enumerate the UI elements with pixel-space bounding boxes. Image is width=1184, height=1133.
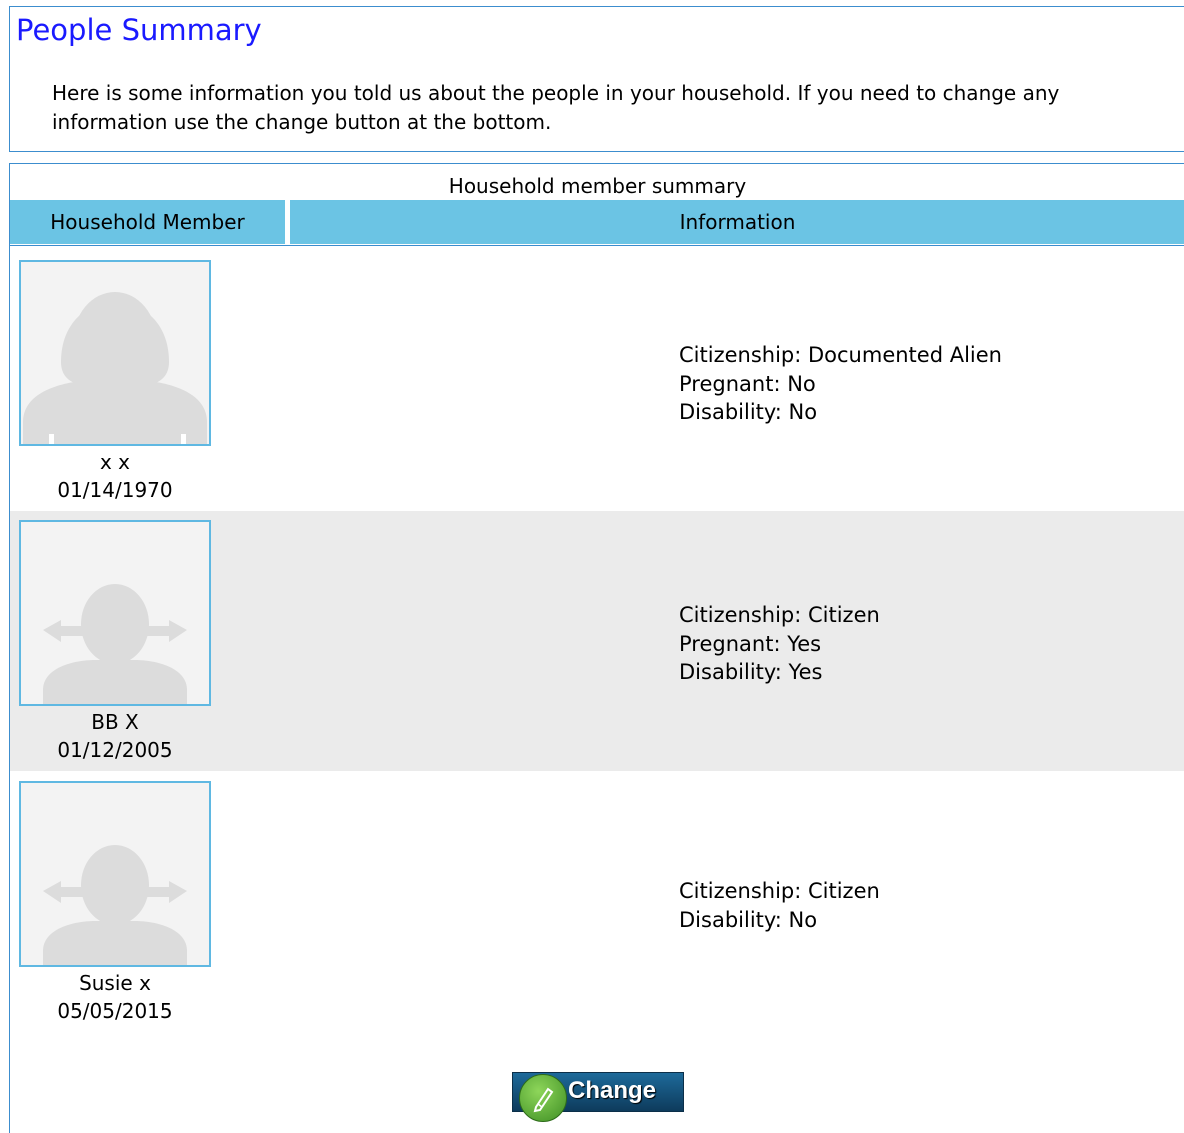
table-row: Susie x 05/05/2015 Citizenship: Citizen …: [10, 772, 1184, 1032]
member-dob: 01/14/1970: [57, 478, 173, 502]
info-line: Disability: Yes: [679, 660, 823, 684]
change-button[interactable]: Change: [512, 1072, 684, 1122]
girl-pigtails-silhouette-icon: [19, 520, 211, 706]
adult-female-silhouette-icon: [19, 260, 211, 446]
info-line: Pregnant: Yes: [679, 631, 822, 656]
table-caption: Household member summary: [448, 174, 747, 198]
member-name: x x: [99, 450, 131, 474]
table-row: BB X 01/12/2005 Citizenship: Citizen Pre…: [10, 511, 1184, 771]
header-divider: [10, 245, 1184, 246]
table-header-row: Household Member Information: [10, 200, 1184, 244]
member-dob: 01/12/2005: [57, 738, 173, 762]
pencil-icon: [519, 1074, 567, 1122]
member-info: Citizenship: Citizen Pregnant: Yes Disab…: [679, 601, 880, 687]
column-header-information: Information: [679, 210, 796, 234]
column-header-household-member: Household Member: [50, 210, 245, 234]
page-title: People Summary: [16, 13, 262, 47]
member-info: Citizenship: Documented Alien Pregnant: …: [679, 341, 1002, 427]
info-line: Pregnant: No: [679, 371, 816, 396]
girl-pigtails-silhouette-icon: [19, 781, 211, 967]
member-dob: 05/05/2015: [57, 999, 173, 1023]
household-member-table: Household member summary Household Membe…: [9, 163, 1184, 1133]
info-line: Citizenship: Documented Alien: [679, 343, 1002, 367]
intro-text: Here is some information you told us abo…: [52, 81, 1060, 134]
member-name: BB X: [91, 710, 139, 734]
info-line: Disability: No: [679, 400, 818, 424]
info-line: Disability: No: [679, 907, 818, 932]
table-row: x x 01/14/1970 Citizenship: Documented A…: [10, 251, 1184, 511]
member-info: Citizenship: Citizen Disability: No: [679, 877, 880, 934]
change-button-label: Change: [568, 1077, 657, 1104]
info-line: Citizenship: Citizen: [679, 603, 880, 627]
people-summary-panel: People Summary Here is some information …: [9, 6, 1184, 152]
member-name: Susie x: [79, 971, 151, 995]
info-line: Citizenship: Citizen: [679, 879, 880, 903]
